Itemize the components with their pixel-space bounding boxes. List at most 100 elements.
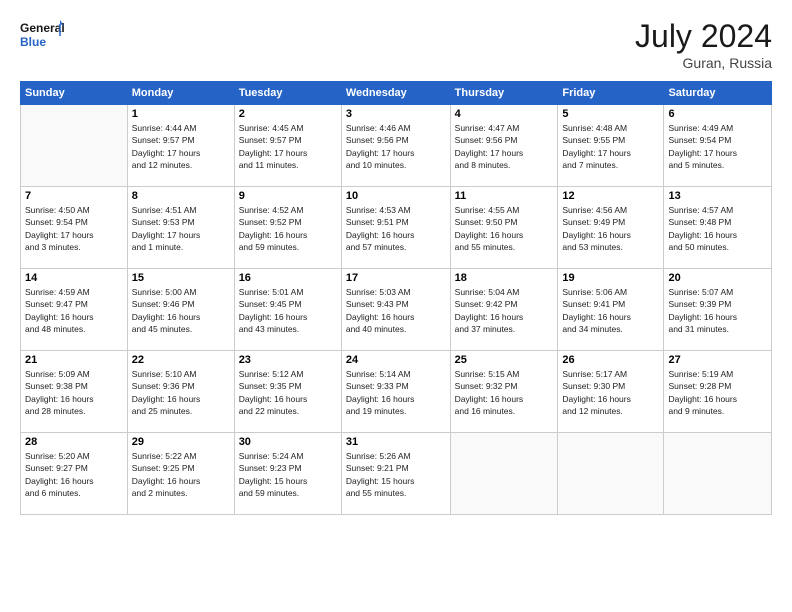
calendar-cell: 25 Sunrise: 5:15 AMSunset: 9:32 PMDayligh… <box>450 351 558 433</box>
day-info: Sunrise: 5:17 AMSunset: 9:30 PMDaylight:… <box>562 368 659 417</box>
day-info: Sunrise: 4:57 AMSunset: 9:48 PMDaylight:… <box>668 204 767 253</box>
day-number: 28 <box>25 436 123 448</box>
calendar-cell <box>21 105 128 187</box>
calendar-cell: 30 Sunrise: 5:24 AMSunset: 9:23 PMDayligh… <box>234 433 341 515</box>
day-info: Sunrise: 5:26 AMSunset: 9:21 PMDaylight:… <box>346 450 446 499</box>
calendar-cell: 9 Sunrise: 4:52 AMSunset: 9:52 PMDaylight… <box>234 187 341 269</box>
logo-svg: General Blue <box>20 18 64 54</box>
day-number: 7 <box>25 190 123 202</box>
day-number: 23 <box>239 354 337 366</box>
day-number: 22 <box>132 354 230 366</box>
day-number: 2 <box>239 108 337 120</box>
header: General Blue July 2024 Guran, Russia <box>20 18 772 71</box>
calendar-cell: 27Sunrise: 5:19 AMSunset: 9:28 PMDayligh… <box>664 351 772 433</box>
month-year: July 2024 <box>635 18 772 55</box>
calendar-cell: 29 Sunrise: 5:22 AMSunset: 9:25 PMDayligh… <box>127 433 234 515</box>
day-info: Sunrise: 4:55 AMSunset: 9:50 PMDaylight:… <box>455 204 554 253</box>
calendar-cell: 7Sunrise: 4:50 AMSunset: 9:54 PMDaylight… <box>21 187 128 269</box>
calendar-cell: 20Sunrise: 5:07 AMSunset: 9:39 PMDayligh… <box>664 269 772 351</box>
day-info: Sunrise: 4:44 AMSunset: 9:57 PMDaylight:… <box>132 122 230 171</box>
day-number: 11 <box>455 190 554 202</box>
calendar-cell: 21Sunrise: 5:09 AMSunset: 9:38 PMDayligh… <box>21 351 128 433</box>
header-wednesday: Wednesday <box>341 82 450 105</box>
day-info: Sunrise: 5:09 AMSunset: 9:38 PMDaylight:… <box>25 368 123 417</box>
day-info: Sunrise: 4:59 AMSunset: 9:47 PMDaylight:… <box>25 286 123 335</box>
day-info: Sunrise: 4:46 AMSunset: 9:56 PMDaylight:… <box>346 122 446 171</box>
calendar-cell: 26 Sunrise: 5:17 AMSunset: 9:30 PMDayligh… <box>558 351 664 433</box>
header-saturday: Saturday <box>664 82 772 105</box>
day-number: 5 <box>562 108 659 120</box>
day-info: Sunrise: 4:45 AMSunset: 9:57 PMDaylight:… <box>239 122 337 171</box>
calendar-cell: 13Sunrise: 4:57 AMSunset: 9:48 PMDayligh… <box>664 187 772 269</box>
week-row-3: 14 Sunrise: 4:59 AMSunset: 9:47 PMDayligh… <box>21 269 772 351</box>
header-tuesday: Tuesday <box>234 82 341 105</box>
logo: General Blue <box>20 18 64 54</box>
day-number: 15 <box>132 272 230 284</box>
day-number: 9 <box>239 190 337 202</box>
day-info: Sunrise: 4:53 AMSunset: 9:51 PMDaylight:… <box>346 204 446 253</box>
header-thursday: Thursday <box>450 82 558 105</box>
calendar-cell: 8 Sunrise: 4:51 AMSunset: 9:53 PMDaylight… <box>127 187 234 269</box>
day-number: 10 <box>346 190 446 202</box>
calendar-cell: 5 Sunrise: 4:48 AMSunset: 9:55 PMDaylight… <box>558 105 664 187</box>
day-info: Sunrise: 4:51 AMSunset: 9:53 PMDaylight:… <box>132 204 230 253</box>
day-info: Sunrise: 5:22 AMSunset: 9:25 PMDaylight:… <box>132 450 230 499</box>
title-area: July 2024 Guran, Russia <box>635 18 772 71</box>
calendar-header-row: SundayMondayTuesdayWednesdayThursdayFrid… <box>21 82 772 105</box>
day-number: 26 <box>562 354 659 366</box>
day-number: 30 <box>239 436 337 448</box>
calendar-cell: 4Sunrise: 4:47 AMSunset: 9:56 PMDaylight… <box>450 105 558 187</box>
calendar-cell: 15 Sunrise: 5:00 AMSunset: 9:46 PMDayligh… <box>127 269 234 351</box>
day-info: Sunrise: 5:00 AMSunset: 9:46 PMDaylight:… <box>132 286 230 335</box>
calendar-cell: 22Sunrise: 5:10 AMSunset: 9:36 PMDayligh… <box>127 351 234 433</box>
day-number: 16 <box>239 272 337 284</box>
day-info: Sunrise: 4:49 AMSunset: 9:54 PMDaylight:… <box>668 122 767 171</box>
calendar-cell: 17 Sunrise: 5:03 AMSunset: 9:43 PMDayligh… <box>341 269 450 351</box>
day-number: 29 <box>132 436 230 448</box>
calendar-cell: 3Sunrise: 4:46 AMSunset: 9:56 PMDaylight… <box>341 105 450 187</box>
calendar-cell: 14 Sunrise: 4:59 AMSunset: 9:47 PMDayligh… <box>21 269 128 351</box>
day-number: 6 <box>668 108 767 120</box>
calendar-cell: 16 Sunrise: 5:01 AMSunset: 9:45 PMDayligh… <box>234 269 341 351</box>
calendar-table: SundayMondayTuesdayWednesdayThursdayFrid… <box>20 81 772 515</box>
header-monday: Monday <box>127 82 234 105</box>
calendar-cell: 19Sunrise: 5:06 AMSunset: 9:41 PMDayligh… <box>558 269 664 351</box>
day-number: 17 <box>346 272 446 284</box>
calendar-cell: 18 Sunrise: 5:04 AMSunset: 9:42 PMDayligh… <box>450 269 558 351</box>
calendar-cell: 11 Sunrise: 4:55 AMSunset: 9:50 PMDayligh… <box>450 187 558 269</box>
header-friday: Friday <box>558 82 664 105</box>
day-number: 25 <box>455 354 554 366</box>
day-number: 8 <box>132 190 230 202</box>
day-info: Sunrise: 5:01 AMSunset: 9:45 PMDaylight:… <box>239 286 337 335</box>
day-number: 1 <box>132 108 230 120</box>
day-info: Sunrise: 5:04 AMSunset: 9:42 PMDaylight:… <box>455 286 554 335</box>
day-number: 14 <box>25 272 123 284</box>
calendar-cell <box>664 433 772 515</box>
day-number: 24 <box>346 354 446 366</box>
day-number: 12 <box>562 190 659 202</box>
calendar-cell <box>450 433 558 515</box>
day-info: Sunrise: 4:47 AMSunset: 9:56 PMDaylight:… <box>455 122 554 171</box>
day-info: Sunrise: 4:48 AMSunset: 9:55 PMDaylight:… <box>562 122 659 171</box>
day-info: Sunrise: 5:14 AMSunset: 9:33 PMDaylight:… <box>346 368 446 417</box>
calendar-cell: 2 Sunrise: 4:45 AMSunset: 9:57 PMDaylight… <box>234 105 341 187</box>
week-row-5: 28 Sunrise: 5:20 AMSunset: 9:27 PMDayligh… <box>21 433 772 515</box>
day-number: 19 <box>562 272 659 284</box>
location: Guran, Russia <box>635 55 772 71</box>
week-row-4: 21Sunrise: 5:09 AMSunset: 9:38 PMDayligh… <box>21 351 772 433</box>
week-row-2: 7Sunrise: 4:50 AMSunset: 9:54 PMDaylight… <box>21 187 772 269</box>
calendar-cell: 6 Sunrise: 4:49 AMSunset: 9:54 PMDaylight… <box>664 105 772 187</box>
week-row-1: 1 Sunrise: 4:44 AMSunset: 9:57 PMDaylight… <box>21 105 772 187</box>
day-info: Sunrise: 5:12 AMSunset: 9:35 PMDaylight:… <box>239 368 337 417</box>
day-number: 31 <box>346 436 446 448</box>
day-number: 20 <box>668 272 767 284</box>
calendar-cell: 12Sunrise: 4:56 AMSunset: 9:49 PMDayligh… <box>558 187 664 269</box>
calendar-cell: 24 Sunrise: 5:14 AMSunset: 9:33 PMDayligh… <box>341 351 450 433</box>
day-info: Sunrise: 5:24 AMSunset: 9:23 PMDaylight:… <box>239 450 337 499</box>
calendar-cell <box>558 433 664 515</box>
day-info: Sunrise: 5:15 AMSunset: 9:32 PMDaylight:… <box>455 368 554 417</box>
day-number: 18 <box>455 272 554 284</box>
day-info: Sunrise: 5:20 AMSunset: 9:27 PMDaylight:… <box>25 450 123 499</box>
day-info: Sunrise: 4:52 AMSunset: 9:52 PMDaylight:… <box>239 204 337 253</box>
day-info: Sunrise: 5:03 AMSunset: 9:43 PMDaylight:… <box>346 286 446 335</box>
